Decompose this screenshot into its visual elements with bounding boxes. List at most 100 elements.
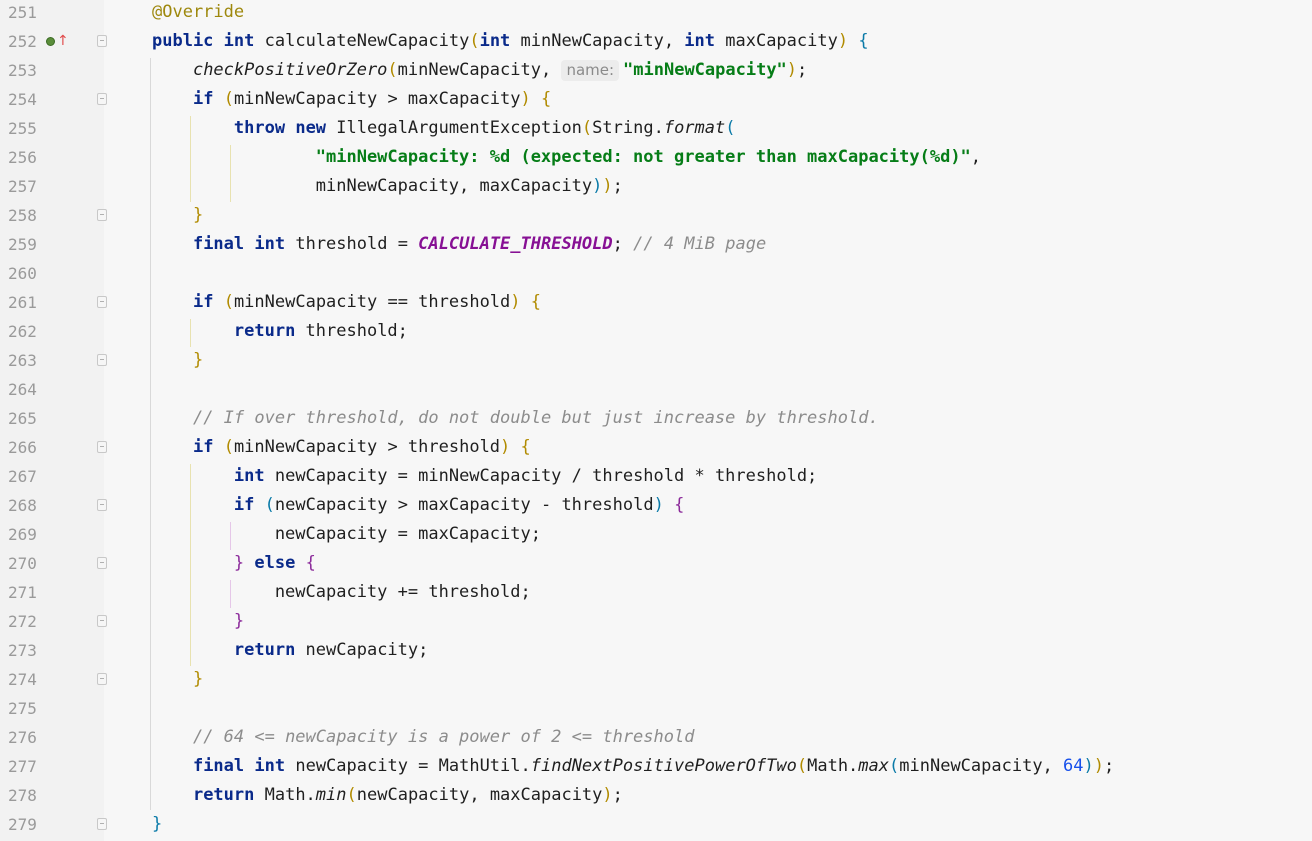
line-number[interactable]: 274 xyxy=(8,665,48,694)
code-token: ( xyxy=(223,437,234,457)
line-number[interactable]: 258 xyxy=(8,201,48,230)
line-number[interactable]: 262 xyxy=(8,317,48,346)
code-text: if (newCapacity > maxCapacity - threshol… xyxy=(152,491,684,520)
code-line[interactable]: 279} xyxy=(0,810,1312,839)
code-line[interactable]: 255 throw new IllegalArgumentException(S… xyxy=(0,114,1312,143)
fold-marker-icon[interactable] xyxy=(97,673,107,685)
line-number[interactable]: 276 xyxy=(8,723,48,752)
line-number[interactable]: 263 xyxy=(8,346,48,375)
code-line[interactable]: 275 xyxy=(0,694,1312,723)
code-line[interactable]: 270 } else { xyxy=(0,549,1312,578)
fold-marker-icon[interactable] xyxy=(97,818,107,830)
line-number[interactable]: 273 xyxy=(8,636,48,665)
fold-marker-icon[interactable] xyxy=(97,35,107,47)
implements-override-icon[interactable]: ↑ xyxy=(44,34,69,50)
line-number[interactable]: 252 xyxy=(8,27,48,56)
line-number[interactable]: 261 xyxy=(8,288,48,317)
code-text: } else { xyxy=(152,549,316,578)
code-line[interactable]: 264 xyxy=(0,375,1312,404)
fold-marker-icon[interactable] xyxy=(97,557,107,569)
line-number[interactable]: 254 xyxy=(8,85,48,114)
code-token: min xyxy=(315,785,347,805)
code-text: } xyxy=(152,810,162,839)
line-number[interactable]: 268 xyxy=(8,491,48,520)
line-number[interactable]: 256 xyxy=(8,143,48,172)
code-token: minNewCapacity, xyxy=(899,756,1064,776)
line-number[interactable]: 265 xyxy=(8,404,48,433)
line-number[interactable]: 257 xyxy=(8,172,48,201)
code-token: Math. xyxy=(254,785,316,805)
code-line[interactable]: 252 ↑ public int calculateNewCapacity(int … xyxy=(0,27,1312,56)
code-token: { xyxy=(674,495,685,515)
code-line[interactable]: 254 if (minNewCapacity > maxCapacity) { xyxy=(0,85,1312,114)
fold-marker-icon[interactable] xyxy=(97,499,107,511)
code-line[interactable]: 276 // 64 <= newCapacity is a power of 2… xyxy=(0,723,1312,752)
code-token: } xyxy=(192,205,204,225)
code-token: // 64 <= newCapacity is a power of 2 <= … xyxy=(192,727,695,747)
line-number[interactable]: 272 xyxy=(8,607,48,636)
fold-marker-icon[interactable] xyxy=(97,354,107,366)
line-number[interactable]: 275 xyxy=(8,694,48,723)
code-line[interactable]: 269 newCapacity = maxCapacity; xyxy=(0,520,1312,549)
code-token: if xyxy=(192,292,214,312)
code-token: findNextPositivePowerOfTwo xyxy=(530,756,797,776)
code-line[interactable]: 260 xyxy=(0,259,1312,288)
line-number[interactable]: 269 xyxy=(8,520,48,549)
fold-marker-icon[interactable] xyxy=(97,296,107,308)
fold-marker-icon[interactable] xyxy=(97,93,107,105)
code-token: newCapacity = minNewCapacity / threshold… xyxy=(264,466,818,486)
line-number[interactable]: 270 xyxy=(8,549,48,578)
code-token: minNewCapacity, xyxy=(510,31,685,51)
code-token: int xyxy=(254,234,286,254)
code-line[interactable]: 268 if (newCapacity > maxCapacity - thre… xyxy=(0,491,1312,520)
code-token: ) xyxy=(520,89,531,109)
fold-marker-icon[interactable] xyxy=(97,209,107,221)
line-number[interactable]: 277 xyxy=(8,752,48,781)
code-token: IllegalArgumentException xyxy=(326,118,582,138)
line-number[interactable]: 259 xyxy=(8,230,48,259)
code-line[interactable]: 262 return threshold; xyxy=(0,317,1312,346)
line-number[interactable]: 271 xyxy=(8,578,48,607)
code-line[interactable]: 256 "minNewCapacity: %d (expected: not g… xyxy=(0,143,1312,172)
code-token: else xyxy=(254,553,296,573)
code-line[interactable]: 257 minNewCapacity, maxCapacity)); xyxy=(0,172,1312,201)
code-token: ) xyxy=(786,60,798,80)
code-token: return xyxy=(233,321,296,341)
line-number[interactable]: 255 xyxy=(8,114,48,143)
code-line[interactable]: 274 } xyxy=(0,665,1312,694)
code-token: ; xyxy=(612,234,634,254)
code-line[interactable]: 259 final int threshold = CALCULATE_THRE… xyxy=(0,230,1312,259)
code-line[interactable]: 272 } xyxy=(0,607,1312,636)
code-line[interactable]: 263 } xyxy=(0,346,1312,375)
code-token: newCapacity = maxCapacity; xyxy=(152,524,541,544)
code-line[interactable]: 267 int newCapacity = minNewCapacity / t… xyxy=(0,462,1312,491)
code-line[interactable]: 251 @Override xyxy=(0,0,1312,27)
line-number[interactable]: 266 xyxy=(8,433,48,462)
fold-marker-icon[interactable] xyxy=(97,615,107,627)
line-number[interactable]: 253 xyxy=(8,56,48,85)
line-number[interactable]: 260 xyxy=(8,259,48,288)
line-number[interactable]: 267 xyxy=(8,462,48,491)
fold-marker-icon[interactable] xyxy=(97,441,107,453)
code-line[interactable]: 253 checkPositiveOrZero(minNewCapacity, … xyxy=(0,56,1312,85)
code-line[interactable]: 266 if (minNewCapacity > threshold) { xyxy=(0,433,1312,462)
code-token: @Override xyxy=(152,2,245,22)
line-number[interactable]: 278 xyxy=(8,781,48,810)
code-token: ( xyxy=(725,118,736,138)
code-line[interactable]: 265 // If over threshold, do not double … xyxy=(0,404,1312,433)
code-line[interactable]: 271 newCapacity += threshold; xyxy=(0,578,1312,607)
code-line[interactable]: 273 return newCapacity; xyxy=(0,636,1312,665)
code-line[interactable]: 277 final int newCapacity = MathUtil.fin… xyxy=(0,752,1312,781)
line-number[interactable]: 279 xyxy=(8,810,48,839)
code-line[interactable]: 278 return Math.min(newCapacity, maxCapa… xyxy=(0,781,1312,810)
line-number[interactable]: 251 xyxy=(8,0,48,27)
code-token: ( xyxy=(581,118,593,138)
code-token: int xyxy=(233,466,265,486)
line-number[interactable]: 264 xyxy=(8,375,48,404)
code-line[interactable]: 258 } xyxy=(0,201,1312,230)
code-line[interactable]: 261 if (minNewCapacity == threshold) { xyxy=(0,288,1312,317)
